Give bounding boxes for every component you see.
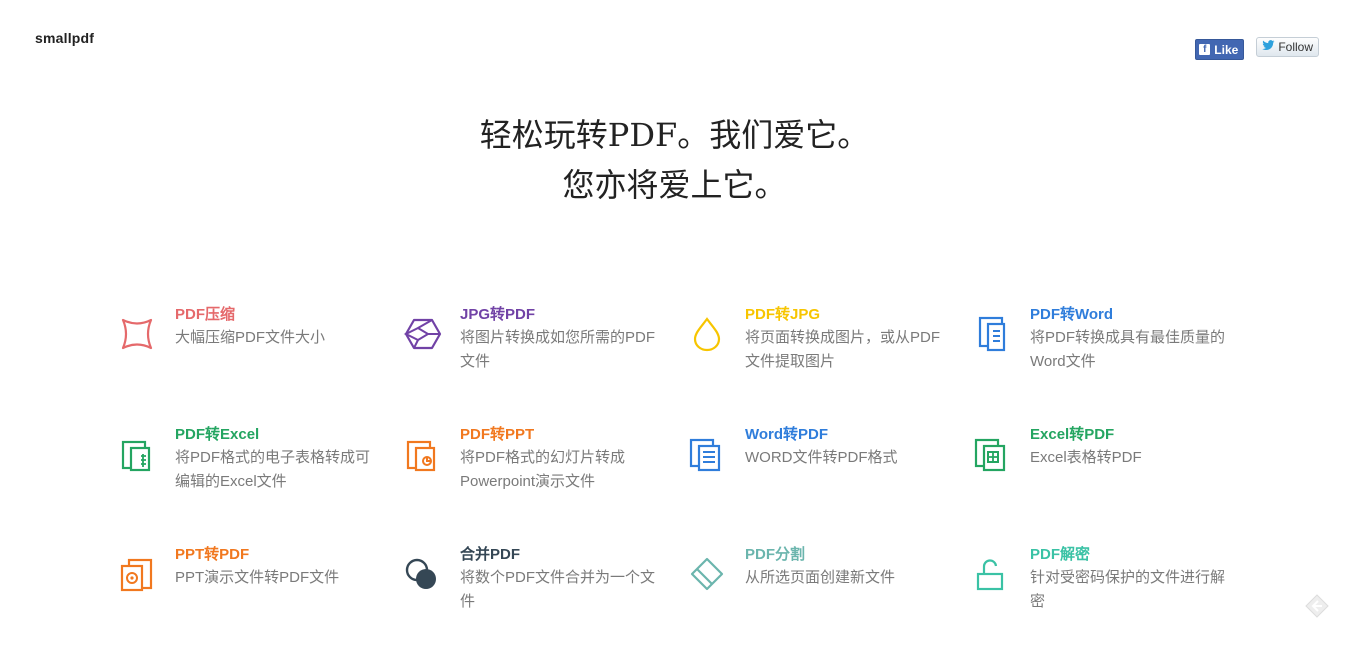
tool-description: 将数个PDF文件合并为一个文件 [460,569,656,610]
tool-split-pdf[interactable]: PDF分割 从所选页面创建新文件 [687,542,972,662]
excel-grid-icon [972,434,1012,474]
excel-doc-icon [117,434,157,474]
tool-title: PDF转Excel [175,426,260,443]
app-logo[interactable]: smallpdf [35,30,94,46]
tool-description: 大幅压缩PDF文件大小 [175,329,326,346]
tool-description: 将PDF格式的电子表格转成可编辑的Excel文件 [175,449,371,490]
tool-description: 将PDF格式的幻灯片转成Powerpoint演示文件 [460,449,626,490]
tool-description: 针对受密码保护的文件进行解密 [1030,569,1226,610]
tool-title: JPG转PDF [460,306,536,323]
tool-excel-to-pdf[interactable]: Excel转PDF Excel表格转PDF [972,422,1257,542]
tool-title: Word转PDF [745,426,829,443]
hero-line-1: 轻松玩转PDF。我们爱它。 [479,116,870,154]
tool-title: Excel转PDF [1030,426,1115,443]
word-doc-icon [972,314,1012,354]
tool-title: PDF解密 [1030,546,1091,563]
tool-description: PPT演示文件转PDF文件 [175,569,340,586]
tool-pdf-compress[interactable]: PDF压缩 大幅压缩PDF文件大小 [117,302,402,422]
tool-title: 合并PDF [460,546,521,563]
tool-description: 将PDF转换成具有最佳质量的Word文件 [1030,329,1226,370]
tool-pdf-to-excel[interactable]: PDF转Excel 将PDF格式的电子表格转成可编辑的Excel文件 [117,422,402,542]
ppt-chart-icon [117,554,157,594]
tool-pdf-to-word[interactable]: PDF转Word 将PDF转换成具有最佳质量的Word文件 [972,302,1257,422]
tool-title: PDF转JPG [745,306,821,323]
scroll-top-icon[interactable] [1303,592,1331,620]
tool-description: 将图片转换成如您所需的PDF文件 [460,329,656,370]
split-diamond-icon [687,554,727,594]
tool-pdf-to-ppt[interactable]: PDF转PPT 将PDF格式的幻灯片转成Powerpoint演示文件 [402,422,687,542]
tool-title: PDF转Word [1030,306,1114,323]
twitter-follow-label: Follow [1278,40,1313,54]
twitter-follow-button[interactable]: Follow [1256,37,1319,57]
hero-tagline: 轻松玩转PDF。我们爱它。 您亦将爱上它。 [0,110,1349,210]
tool-description: WORD文件转PDF格式 [745,449,898,466]
twitter-bird-icon [1262,40,1275,54]
ppt-doc-icon [402,434,442,474]
tool-unlock-pdf[interactable]: PDF解密 针对受密码保护的文件进行解密 [972,542,1257,662]
merge-circles-icon [402,554,442,594]
compress-icon [117,314,157,354]
social-buttons: f Like Follow [1195,37,1319,60]
tool-grid: PDF压缩 大幅压缩PDF文件大小 JPG转PDF 将图片转换成如您所需的PDF… [117,302,1257,662]
tool-word-to-pdf[interactable]: Word转PDF WORD文件转PDF格式 [687,422,972,542]
word-lines-icon [687,434,727,474]
tool-title: PDF压缩 [175,306,236,323]
tool-description: 从所选页面创建新文件 [745,569,896,586]
tool-jpg-to-pdf[interactable]: JPG转PDF 将图片转换成如您所需的PDF文件 [402,302,687,422]
unlock-icon [972,554,1012,594]
tool-merge-pdf[interactable]: 合并PDF 将数个PDF文件合并为一个文件 [402,542,687,662]
facebook-like-label: Like [1214,42,1239,57]
tool-description: 将页面转换成图片，或从PDF文件提取图片 [745,329,941,370]
tool-pdf-to-jpg[interactable]: PDF转JPG 将页面转换成图片，或从PDF文件提取图片 [687,302,972,422]
hero-line-2: 您亦将爱上它。 [562,166,787,204]
facebook-like-button[interactable]: f Like [1195,39,1245,60]
tool-title: PPT转PDF [175,546,250,563]
tool-title: PDF转PPT [460,426,535,443]
tool-ppt-to-pdf[interactable]: PPT转PDF PPT演示文件转PDF文件 [117,542,402,662]
facebook-icon: f [1199,44,1211,55]
tool-title: PDF分割 [745,546,806,563]
cube-icon [402,314,442,354]
tool-description: Excel表格转PDF [1030,449,1142,466]
drop-icon [687,314,727,354]
